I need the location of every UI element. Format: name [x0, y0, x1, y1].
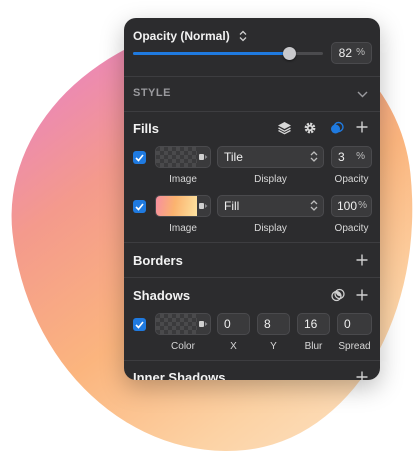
shadow-y-field[interactable]: 8 — [257, 313, 290, 335]
inspector-panel: Opacity (Normal) 82 % STYLE Fills Tile 3… — [124, 18, 380, 380]
blend-fills-icon[interactable] — [329, 120, 345, 136]
select-chevron-icon — [310, 151, 318, 162]
checkerboard-preview — [156, 314, 197, 334]
shadow-x-value: 0 — [224, 317, 231, 331]
fill-opacity-value: 3 — [338, 150, 345, 164]
blend-mode-stepper-icon[interactable] — [237, 29, 249, 43]
fill-opacity-field[interactable]: 100 % — [331, 195, 372, 217]
fill-type-caption: Image — [169, 174, 197, 185]
shadow-row: 0 8 16 0 Color X Y Blur Spread — [124, 313, 380, 353]
fill-row: Tile 3 % Image Display Opacity — [124, 146, 380, 186]
fills-label: Fills — [133, 121, 160, 136]
shadow-spread-caption: Spread — [338, 341, 371, 352]
shadow-spread-field[interactable]: 0 — [337, 313, 372, 335]
borders-header: Borders — [124, 243, 380, 277]
shadow-blur-value: 16 — [304, 317, 318, 331]
style-section-header[interactable]: STYLE — [124, 77, 380, 111]
shadow-enabled-checkbox[interactable] — [133, 318, 146, 331]
image-swatch-arrow-icon — [196, 196, 210, 216]
shadow-color-caption: Color — [171, 341, 195, 352]
fill-enabled-checkbox[interactable] — [133, 200, 146, 213]
fill-opacity-caption: Opacity — [334, 223, 369, 234]
shadow-color-swatch[interactable] — [155, 313, 211, 335]
fill-opacity-unit: % — [358, 200, 367, 211]
shadow-x-caption: X — [230, 341, 237, 352]
opacity-value: 82 — [338, 46, 352, 60]
fill-enabled-checkbox[interactable] — [133, 151, 146, 164]
add-fill-icon[interactable] — [355, 120, 369, 134]
fill-display-caption: Display — [254, 174, 287, 185]
fill-opacity-unit: % — [356, 151, 365, 162]
fill-opacity-value: 100 — [337, 199, 358, 213]
fill-display-select[interactable]: Tile — [217, 146, 324, 168]
shadow-x-field[interactable]: 0 — [217, 313, 250, 335]
style-label: STYLE — [133, 87, 171, 99]
fill-display-value: Fill — [224, 199, 240, 213]
shadow-blur-field[interactable]: 16 — [297, 313, 330, 335]
gear-icon[interactable] — [302, 120, 318, 136]
fill-display-caption: Display — [254, 223, 287, 234]
chevron-down-icon[interactable] — [356, 89, 368, 99]
inner-shadows-label: Inner Shadows — [133, 370, 226, 380]
shadow-y-value: 8 — [264, 317, 271, 331]
shadow-blur-caption: Blur — [304, 341, 323, 352]
opacity-slider-thumb[interactable] — [282, 47, 296, 60]
fill-opacity-caption: Opacity — [334, 174, 369, 185]
image-swatch-arrow-icon — [196, 147, 210, 167]
color-swatch-arrow-icon — [196, 314, 210, 334]
opacity-unit: % — [356, 47, 365, 58]
blend-shadows-icon[interactable] — [330, 287, 346, 303]
fill-image-swatch[interactable] — [155, 195, 211, 217]
gradient-image-preview — [156, 196, 197, 216]
borders-label: Borders — [133, 253, 183, 268]
add-shadow-icon[interactable] — [355, 288, 369, 302]
add-border-icon[interactable] — [355, 253, 369, 267]
fill-image-swatch[interactable] — [155, 146, 211, 168]
fill-display-value: Tile — [224, 150, 243, 164]
opacity-slider-row: 82 % — [124, 42, 380, 68]
add-inner-shadow-icon[interactable] — [355, 370, 369, 380]
checkerboard-preview — [156, 147, 197, 167]
opacity-slider-fill — [133, 52, 289, 55]
opacity-label: Opacity (Normal) — [133, 29, 230, 43]
layers-icon[interactable] — [276, 120, 292, 136]
select-chevron-icon — [310, 200, 318, 211]
shadow-spread-value: 0 — [344, 317, 351, 331]
fill-type-caption: Image — [169, 223, 197, 234]
shadow-y-caption: Y — [270, 341, 277, 352]
opacity-value-field[interactable]: 82 % — [331, 42, 372, 64]
fill-opacity-field[interactable]: 3 % — [331, 146, 372, 168]
fill-display-select[interactable]: Fill — [217, 195, 324, 217]
fill-row: Fill 100 % Image Display Opacity — [124, 195, 380, 235]
fills-header: Fills — [124, 112, 380, 142]
inner-shadows-header: Inner Shadows — [124, 361, 380, 380]
shadows-header: Shadows — [124, 278, 380, 312]
shadows-label: Shadows — [133, 288, 191, 303]
